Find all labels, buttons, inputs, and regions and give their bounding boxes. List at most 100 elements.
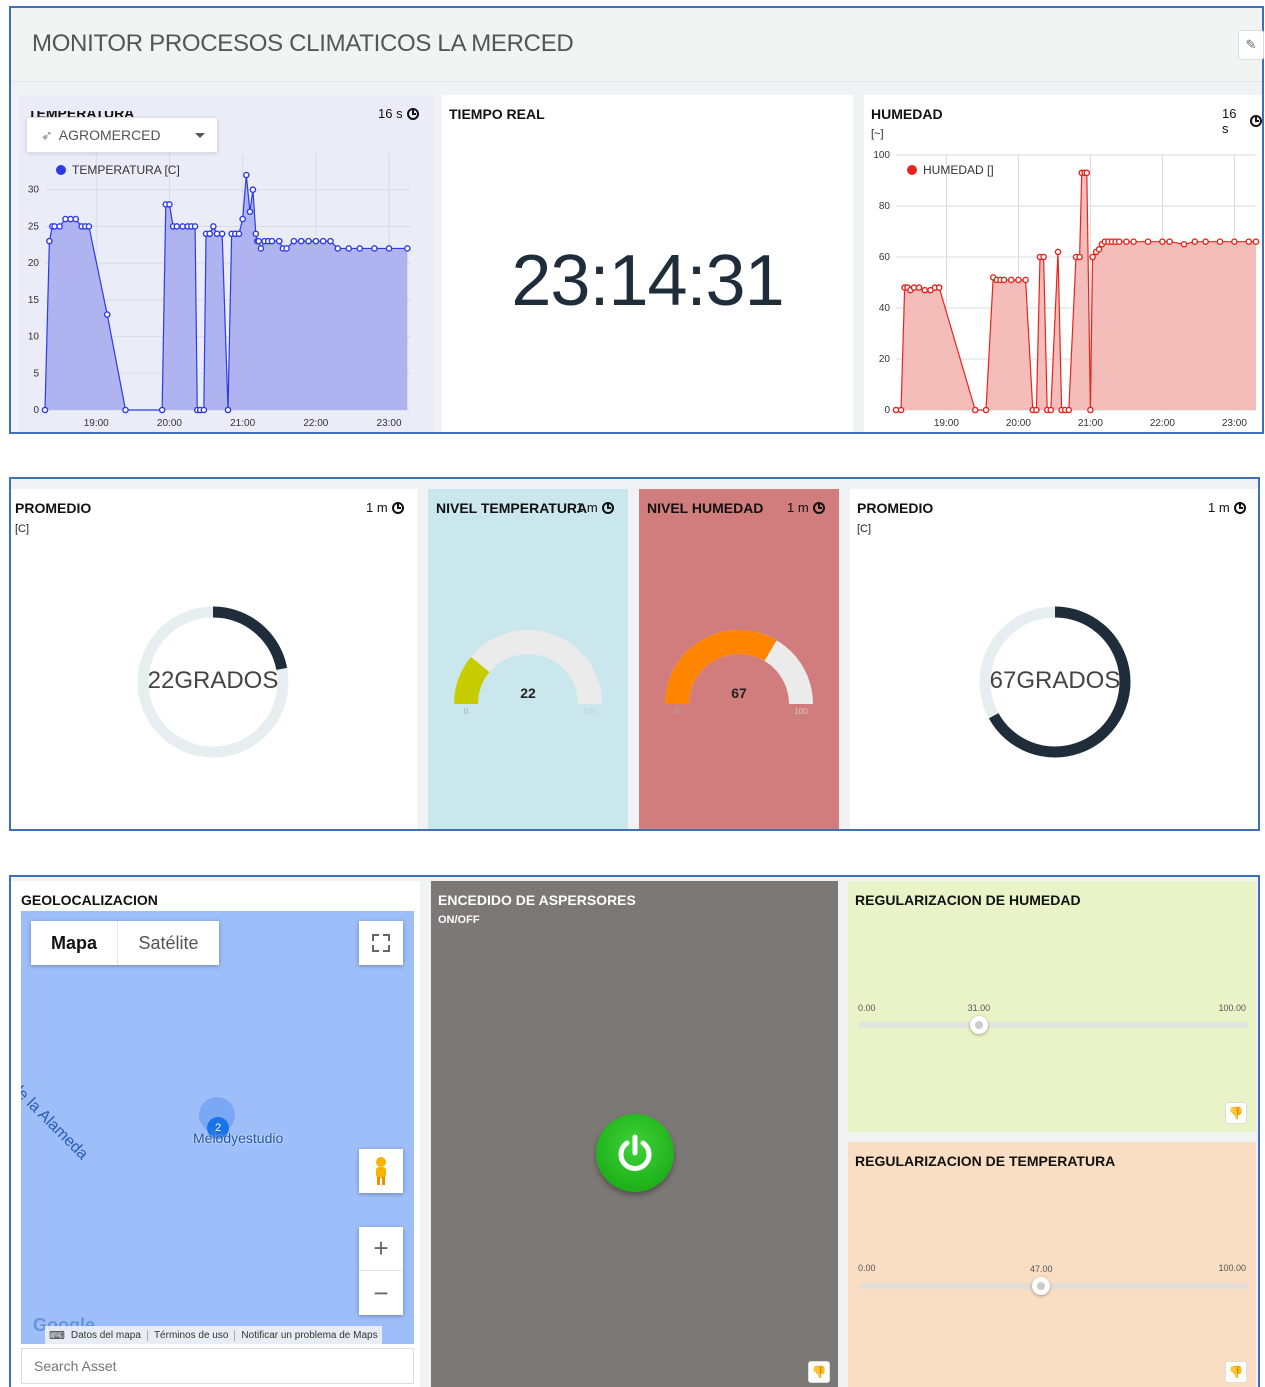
data-point bbox=[915, 284, 923, 291]
map-data-link[interactable]: Datos del mapa bbox=[71, 1329, 148, 1341]
sprinkler-subtitle: ON/OFF bbox=[438, 914, 480, 926]
data-point bbox=[224, 406, 232, 414]
y-tick-label: 25 bbox=[28, 221, 40, 232]
hum-level-gauge: 67 0 100 bbox=[665, 630, 813, 716]
temp-level-ttl: 1 m bbox=[576, 500, 614, 515]
pegman-button[interactable] bbox=[359, 1149, 403, 1193]
data-point bbox=[1054, 248, 1062, 256]
zoom-in-button[interactable]: + bbox=[359, 1227, 403, 1271]
hum-reg-widget bbox=[848, 881, 1256, 1132]
slider-thumb[interactable] bbox=[969, 1016, 988, 1034]
temp-reg-slider[interactable]: 47.00 bbox=[858, 1264, 1248, 1295]
thumbs-down-icon: 👎 bbox=[1228, 1365, 1244, 1379]
gauge-fill bbox=[665, 630, 777, 704]
slider-thumb[interactable] bbox=[1032, 1277, 1051, 1295]
clock-icon bbox=[812, 501, 825, 514]
keyboard-icon[interactable]: ⌨ bbox=[49, 1329, 65, 1342]
data-point bbox=[210, 223, 217, 230]
x-tick-label: 22:00 bbox=[1150, 418, 1175, 429]
data-point bbox=[239, 215, 246, 223]
slider-track bbox=[858, 1022, 1248, 1028]
clock-icon bbox=[601, 501, 614, 514]
x-tick-label: 21:00 bbox=[230, 418, 255, 429]
map-footer: ⌨ Datos del mapa Términos de uso Notific… bbox=[45, 1326, 382, 1344]
map-type-control: Mapa Satélite bbox=[31, 921, 219, 965]
y-tick-label: 80 bbox=[879, 201, 891, 212]
temp-reg-min: 0.00 bbox=[858, 1263, 876, 1273]
search-asset-input[interactable] bbox=[21, 1348, 414, 1384]
data-point bbox=[1166, 238, 1173, 245]
data-point bbox=[334, 245, 342, 252]
data-point bbox=[103, 311, 111, 318]
clock-time: 23:14:31 bbox=[511, 241, 784, 321]
fullscreen-button[interactable] bbox=[359, 921, 403, 965]
sprinkler-title: ENCEDIDO DE ASPERSORES bbox=[438, 892, 636, 908]
data-point bbox=[290, 237, 298, 245]
data-point bbox=[179, 223, 186, 230]
gauge-value: 22 bbox=[520, 685, 536, 701]
data-point bbox=[166, 201, 173, 208]
rocket-icon: ➶ bbox=[41, 126, 53, 143]
gauge-max: 100 bbox=[794, 707, 808, 716]
map-type-satellite-button[interactable]: Satélite bbox=[117, 921, 219, 965]
zoom-out-button[interactable]: − bbox=[359, 1271, 403, 1315]
gauge-min: 0 bbox=[675, 707, 680, 716]
map[interactable]: Mapa Satélite guna de la Alameda 2 Melod… bbox=[21, 911, 414, 1344]
zoom-control: + − bbox=[359, 1227, 403, 1315]
slider-value: 31.00 bbox=[967, 1003, 991, 1013]
temp-reg-title: REGULARIZACION DE TEMPERATURA bbox=[855, 1153, 1116, 1169]
data-point bbox=[1047, 406, 1055, 414]
data-point bbox=[51, 223, 58, 230]
avg-temp-ttl: 1 m bbox=[366, 500, 404, 515]
x-tick-label: 23:00 bbox=[1222, 418, 1247, 429]
fullscreen-icon bbox=[372, 934, 390, 952]
x-tick-label: 22:00 bbox=[303, 418, 328, 429]
edit-icon[interactable]: ✎ bbox=[1238, 30, 1264, 60]
data-point bbox=[1216, 238, 1224, 245]
gauge-max: 100 bbox=[583, 707, 597, 716]
humidity-chart: 0 20 40 60 80 100 19:00 20:00 21:00 22:00 23:00 bbox=[873, 150, 1260, 429]
data-point bbox=[297, 237, 305, 245]
data-point bbox=[158, 406, 166, 414]
x-tick-label: 19:00 bbox=[934, 418, 959, 429]
hum-reg-min: 0.00 bbox=[858, 1003, 876, 1013]
x-tick-label: 20:00 bbox=[157, 418, 182, 429]
sprinkler-thumbs-down-button[interactable]: 👎 bbox=[808, 1361, 830, 1383]
data-point bbox=[122, 406, 129, 414]
y-tick-label: 5 bbox=[33, 368, 39, 379]
hum-reg-thumbs-down-button[interactable]: 👎 bbox=[1225, 1102, 1247, 1124]
y-tick-label: 60 bbox=[879, 252, 891, 263]
temperature-ttl: 16 s bbox=[378, 106, 419, 121]
asset-dropdown[interactable]: ➶ AGROMERCED bbox=[26, 117, 218, 153]
data-point bbox=[319, 237, 327, 245]
power-icon bbox=[618, 1134, 652, 1171]
clock-icon bbox=[391, 501, 404, 514]
hum-level-ttl: 1 m bbox=[787, 500, 825, 515]
temp-level-gauge: 22 0 100 bbox=[454, 630, 602, 716]
lake-label: guna de la Alameda bbox=[21, 1051, 92, 1164]
x-tick-label: 21:00 bbox=[1078, 418, 1103, 429]
data-point bbox=[982, 406, 990, 414]
temp-reg-thumbs-down-button[interactable]: 👎 bbox=[1225, 1361, 1247, 1383]
sprinkler-power-button[interactable] bbox=[596, 1114, 674, 1192]
data-point bbox=[1115, 238, 1123, 245]
map-terms-link[interactable]: Términos de uso bbox=[148, 1329, 236, 1341]
humidity-ttl: 16 s bbox=[1222, 106, 1262, 136]
hum-reg-slider[interactable]: 31.00 bbox=[858, 1003, 1248, 1034]
map-type-map-button[interactable]: Mapa bbox=[31, 921, 117, 965]
ttl-label: 1 m bbox=[1208, 500, 1230, 515]
data-point bbox=[46, 237, 53, 245]
map-report-link[interactable]: Notificar un problema de Maps bbox=[235, 1330, 377, 1341]
data-point bbox=[897, 406, 905, 414]
legend-dot bbox=[907, 165, 917, 175]
data-point bbox=[404, 245, 411, 252]
clock-title: TIEMPO REAL bbox=[449, 106, 545, 122]
data-point bbox=[385, 245, 393, 252]
y-tick-label: 10 bbox=[28, 332, 40, 343]
data-point bbox=[935, 284, 943, 291]
avg-temp-unit: [C] bbox=[15, 523, 30, 535]
data-point bbox=[1159, 238, 1166, 245]
data-point bbox=[371, 245, 378, 252]
data-point bbox=[246, 208, 254, 216]
data-point bbox=[200, 406, 208, 414]
